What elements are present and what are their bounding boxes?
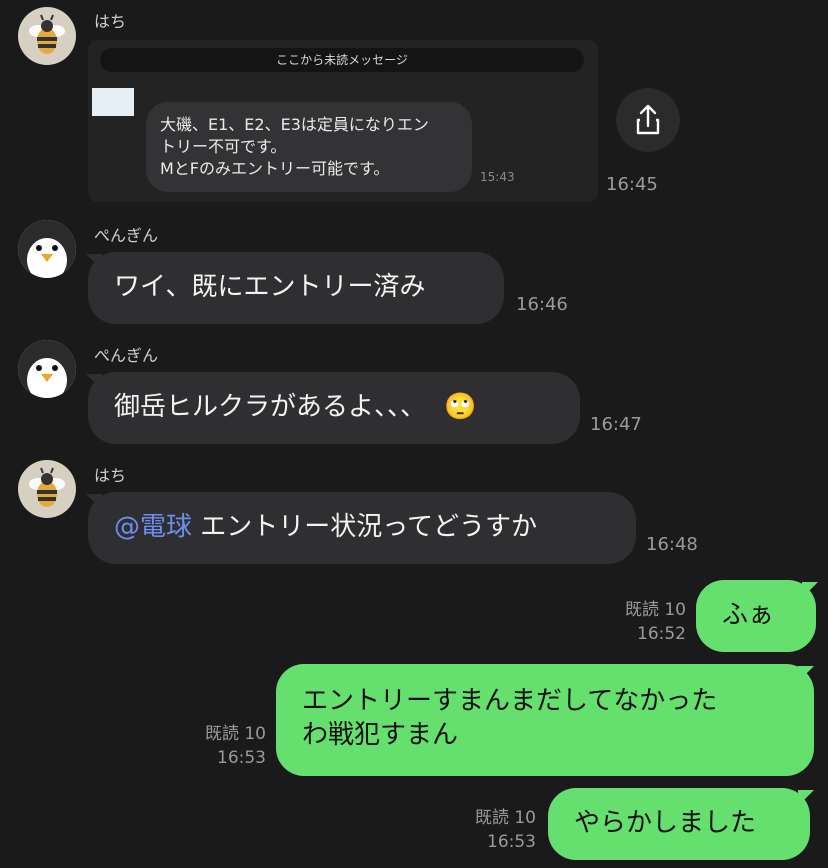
timestamp: 16:47 (590, 414, 642, 435)
quoted-time: 15:43 (480, 170, 515, 184)
quoted-text-line2: トリー不可です。 (160, 137, 287, 156)
bee-icon (29, 467, 65, 507)
bee-icon (29, 14, 65, 54)
share-button[interactable] (616, 88, 680, 152)
timestamp: 16:45 (606, 174, 658, 195)
my-message-bubble[interactable]: エントリーすまんまだしてなかった わ戦犯すまん (276, 664, 814, 776)
read-receipt: 既読 10 16:53 (180, 722, 266, 770)
blurred-image (92, 88, 134, 116)
read-label: 既読 10 (624, 600, 686, 620)
my-message-bubble[interactable]: ふぁ (696, 580, 816, 652)
timestamp: 16:53 (487, 832, 536, 852)
my-message-bubble[interactable]: やらかしました (548, 788, 810, 860)
penguin-icon (18, 340, 76, 398)
penguin-icon (18, 220, 76, 278)
message-line2: わ戦犯すまん (302, 720, 459, 750)
timestamp: 16:48 (646, 534, 698, 555)
read-receipt: 既読 10 16:52 (600, 598, 686, 646)
sender-name: ぺんぎん (94, 346, 159, 365)
message-text: エントリー状況ってどうすか (192, 512, 537, 542)
sender-name: はち (94, 12, 127, 31)
read-label: 既読 10 (474, 808, 536, 828)
timestamp: 16:52 (637, 624, 686, 644)
avatar-hachi[interactable] (18, 7, 76, 65)
timestamp: 16:53 (217, 748, 266, 768)
message-bubble[interactable]: ワイ、既にエントリー済み (88, 252, 504, 324)
read-label: 既読 10 (204, 724, 266, 744)
mention-link[interactable]: @電球 (114, 512, 192, 542)
message-bubble[interactable]: 御岳ヒルクラがあるよ、、、 🙄 (88, 372, 580, 444)
avatar-hachi[interactable] (18, 460, 76, 518)
unread-divider: ここから未読メッセージ (100, 48, 584, 72)
shared-message-card[interactable]: ここから未読メッセージ 大磯、E1、E2、E3は定員になりエン トリー不可です。… (88, 40, 598, 202)
sender-name: ぺんぎん (94, 226, 159, 245)
share-icon (636, 104, 660, 135)
message-bubble[interactable]: @電球 エントリー状況ってどうすか (88, 492, 636, 564)
quoted-text-line1: 大磯、E1、E2、E3は定員になりエン (160, 115, 429, 134)
avatar-pengin[interactable] (18, 340, 76, 398)
message-text: 御岳ヒルクラがあるよ、、、 (114, 392, 427, 422)
quoted-text-line3: MとFのみエントリー可能です。 (160, 159, 390, 178)
quoted-bubble: 大磯、E1、E2、E3は定員になりエン トリー不可です。 MとFのみエントリー可… (146, 102, 472, 192)
read-receipt: 既読 10 16:53 (450, 806, 536, 854)
sender-name: はち (94, 466, 127, 485)
eye-roll-emoji: 🙄 (444, 392, 477, 422)
message-line1: エントリーすまんまだしてなかった (302, 686, 718, 716)
avatar-pengin[interactable] (18, 220, 76, 278)
timestamp: 16:46 (516, 294, 568, 315)
